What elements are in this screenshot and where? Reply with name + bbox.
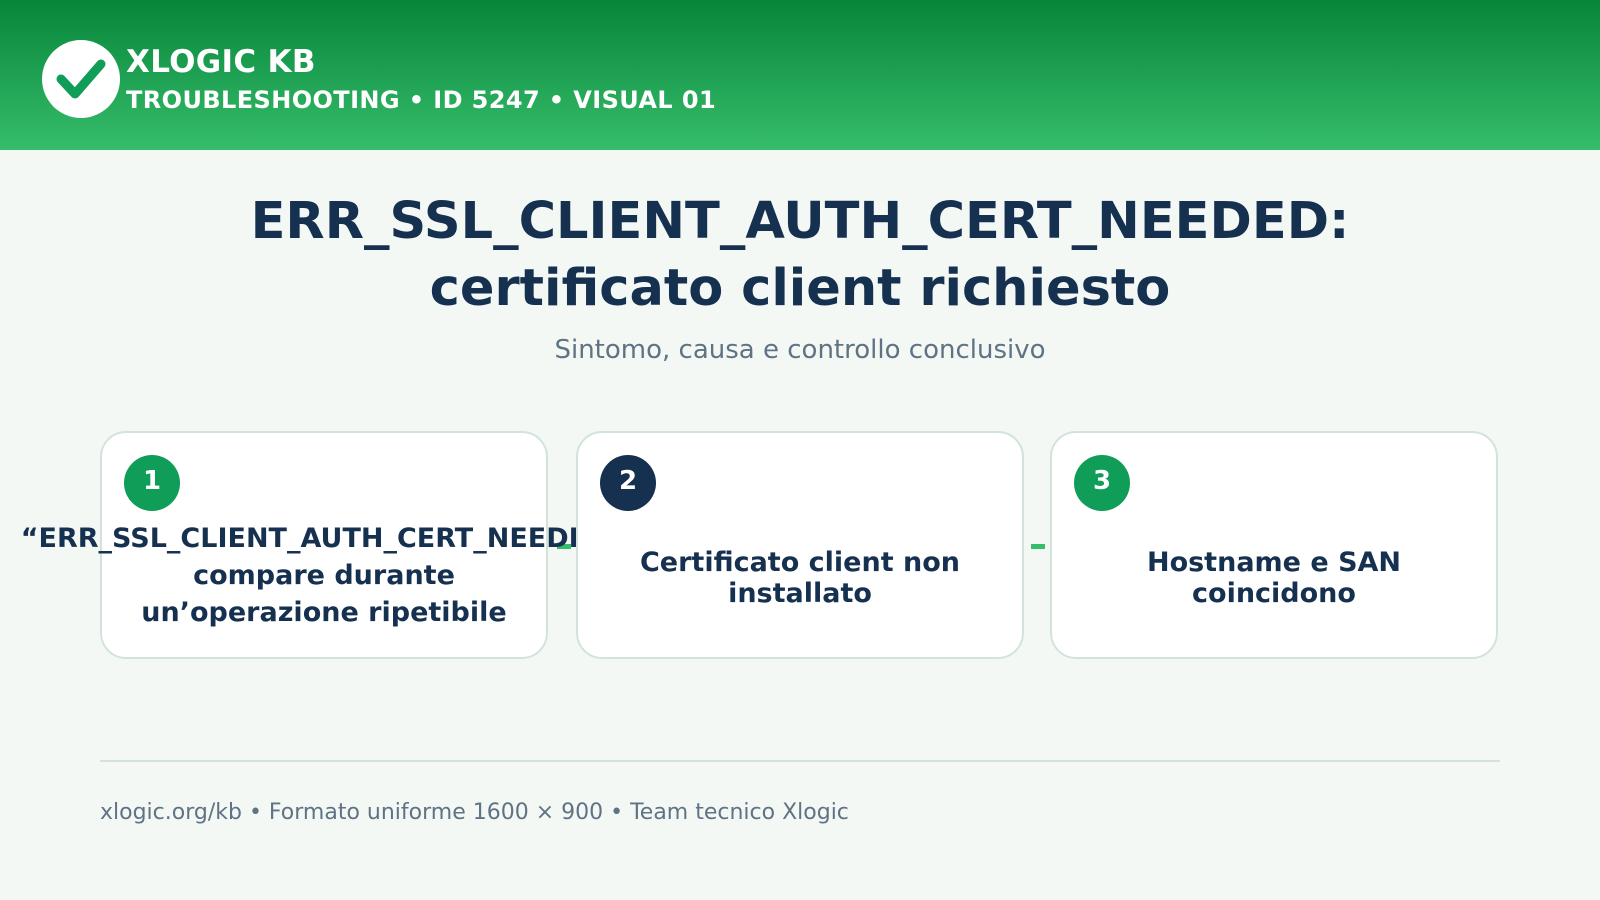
header-banner: XLOGIC KB TROUBLESHOOTING • ID 5247 • VI… — [0, 0, 1600, 150]
page-title: ERR_SSL_CLIENT_AUTH_CERT_NEEDED: certifi… — [0, 188, 1600, 322]
footer-divider — [100, 760, 1500, 762]
check-circle-icon — [56, 59, 106, 99]
brand-meta: TROUBLESHOOTING • ID 5247 • VISUAL 01 — [126, 86, 717, 114]
step-text-3-line-2: coincidono — [1192, 578, 1356, 609]
step-card-3: 3 Hostname e SAN coincidono — [1050, 431, 1498, 659]
page-subtitle: Sintomo, causa e controllo conclusivo — [554, 335, 1046, 365]
step-text-3-line-1: Hostname e SAN — [1146, 547, 1402, 578]
step-card-2: 2 Certificato client non installato — [576, 431, 1024, 659]
step-badge-1: 1 — [124, 455, 180, 511]
step-badge-3: 3 — [1074, 455, 1130, 511]
brand-name: XLOGIC KB — [126, 44, 316, 80]
step-badge-2: 2 — [600, 455, 656, 511]
page-title-line-1: ERR_SSL_CLIENT_AUTH_CERT_NEEDED: — [250, 192, 1350, 251]
logo — [42, 40, 120, 118]
step-card-1: 1 “ERR_SSL_CLIENT_AUTH_CERT_NEEDED” comp… — [21, 431, 627, 659]
footer-text: xlogic.org/kb • Formato uniforme 1600 × … — [100, 800, 849, 825]
step-text-3: Hostname e SAN coincidono — [952, 547, 1596, 609]
page-title-line-2: certificato client richiesto — [429, 259, 1171, 318]
